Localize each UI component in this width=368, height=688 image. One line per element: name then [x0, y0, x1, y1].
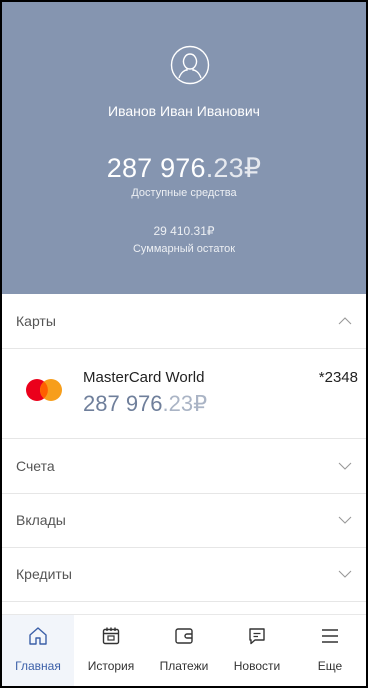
- section-accounts-title: Счета: [16, 458, 55, 474]
- total-balance-label: Суммарный остаток: [132, 243, 236, 255]
- nav-tab-more-label: Еще: [317, 659, 343, 673]
- section-accounts[interactable]: Счета: [2, 439, 366, 494]
- total-balance: 29 410.31₽: [153, 224, 215, 238]
- card-name: MasterCard World: [83, 369, 205, 386]
- nav-tab-news-label: Новости: [233, 659, 281, 673]
- bottom-navigation: Главная История Платежи Новости Еще: [2, 614, 366, 686]
- section-credits-title: Кредиты: [16, 566, 72, 582]
- section-deposits-title: Вклады: [16, 512, 66, 528]
- card-balance: 287 976.23₽: [83, 391, 207, 417]
- nav-tab-home[interactable]: Главная: [2, 615, 74, 686]
- card-balance-integer: 287 976: [83, 391, 163, 416]
- card-balance-fraction: .23: [162, 391, 194, 416]
- section-cards-title: Карты: [16, 313, 56, 329]
- menu-icon: [322, 629, 338, 643]
- chevron-down-icon[interactable]: [338, 567, 352, 581]
- app-screen: Иванов Иван Иванович 287 976.23₽ Доступн…: [2, 2, 366, 686]
- chevron-up-icon[interactable]: [338, 314, 352, 328]
- user-avatar-icon[interactable]: [170, 45, 210, 85]
- nav-tab-more[interactable]: Еще: [294, 615, 366, 686]
- balance-fraction: .23: [205, 153, 244, 183]
- available-balance: 287 976.23₽: [2, 153, 366, 184]
- nav-tab-history[interactable]: История: [75, 615, 147, 686]
- section-cards[interactable]: Карты: [2, 294, 366, 349]
- balance-currency: ₽: [243, 153, 262, 183]
- card-item-mastercard[interactable]: MasterCard World *2348 287 976.23₽: [2, 348, 366, 439]
- mastercard-logo-icon: [26, 379, 62, 401]
- profile-header: Иванов Иван Иванович 287 976.23₽ Доступн…: [2, 2, 366, 294]
- balance-integer: 287 976: [106, 153, 206, 183]
- chat-icon: [249, 628, 265, 645]
- section-deposits[interactable]: Вклады: [2, 493, 366, 548]
- chevron-down-icon[interactable]: [338, 459, 352, 473]
- card-balance-currency: ₽: [193, 391, 208, 416]
- nav-tab-home-label: Главная: [15, 659, 61, 673]
- nav-tab-payments-label: Платежи: [159, 659, 209, 673]
- home-icon: [29, 627, 47, 645]
- user-name: Иванов Иван Иванович: [108, 103, 260, 119]
- calendar-icon: [102, 627, 120, 645]
- nav-tab-news[interactable]: Новости: [221, 615, 293, 686]
- chevron-down-icon[interactable]: [338, 513, 352, 527]
- section-credits[interactable]: Кредиты: [2, 547, 366, 602]
- nav-tab-payments[interactable]: Платежи: [148, 615, 220, 686]
- nav-tab-history-label: История: [87, 659, 135, 673]
- wallet-icon: [175, 628, 193, 644]
- card-number: *2348: [318, 369, 358, 386]
- available-balance-label: Доступные средства: [131, 187, 237, 199]
